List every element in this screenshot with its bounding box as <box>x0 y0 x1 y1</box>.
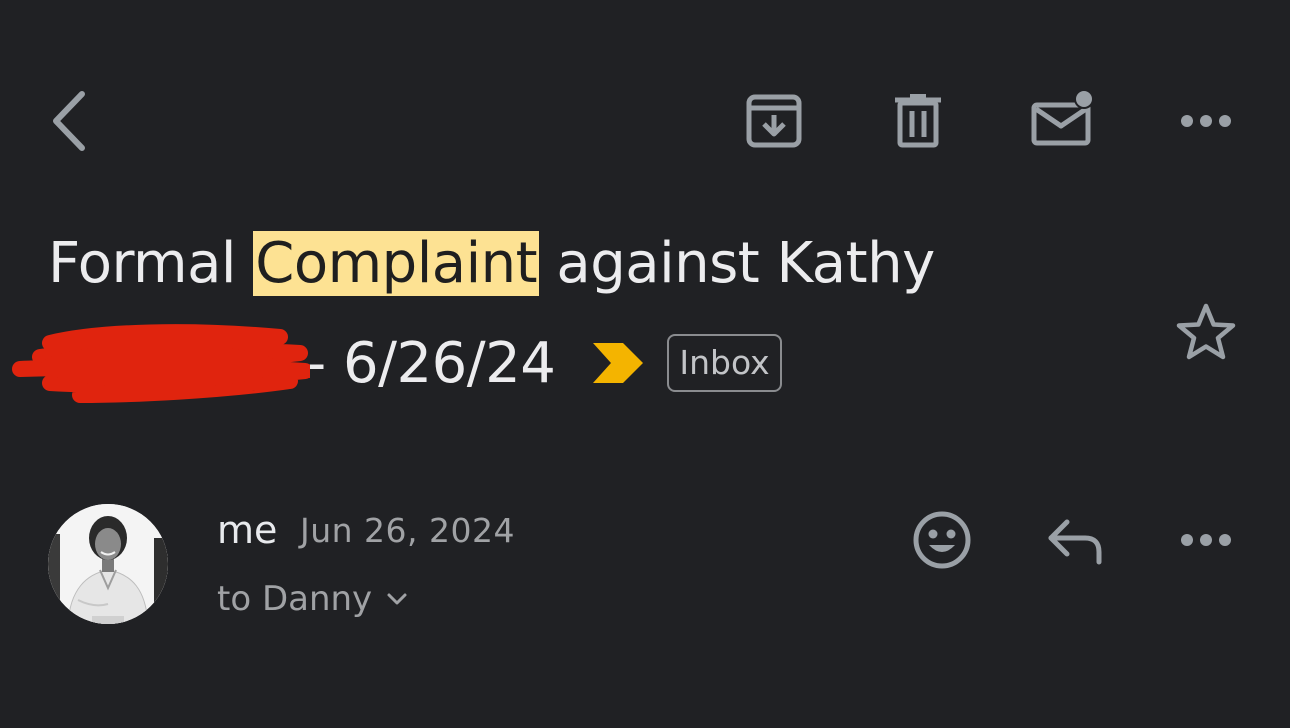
message-more-icon[interactable] <box>1176 527 1236 553</box>
chevron-down-icon <box>386 592 408 606</box>
recipient-details-toggle[interactable]: to Danny <box>217 576 408 622</box>
add-reaction-icon[interactable] <box>910 508 974 572</box>
avatar[interactable] <box>48 504 168 624</box>
trash-icon[interactable] <box>890 92 946 150</box>
inbox-label-chip[interactable]: Inbox <box>667 334 782 392</box>
importance-marker-icon[interactable] <box>593 341 645 385</box>
back-arrow-icon[interactable] <box>40 88 96 154</box>
sender-name: me <box>217 508 278 552</box>
archive-icon[interactable] <box>744 92 804 150</box>
redaction-scribble <box>10 321 315 405</box>
reply-icon[interactable] <box>1044 514 1106 568</box>
subject-suffix: against Kathy <box>539 231 935 296</box>
star-outline-icon[interactable] <box>1174 300 1238 364</box>
email-subject: Formal Complaint against Kathy <box>48 222 935 306</box>
sent-date: Jun 26, 2024 <box>300 511 516 550</box>
search-highlight: Complaint <box>253 231 540 296</box>
subject-date: - 6/26/24 <box>306 330 556 396</box>
recipient-text: to Danny <box>217 579 373 619</box>
more-horizontal-icon[interactable] <box>1176 108 1236 134</box>
subject-line-2: - 6/26/24 Inbox <box>10 321 782 405</box>
mark-unread-icon[interactable] <box>1030 88 1096 150</box>
subject-prefix: Formal <box>48 231 254 296</box>
